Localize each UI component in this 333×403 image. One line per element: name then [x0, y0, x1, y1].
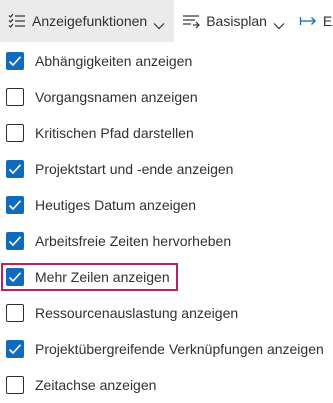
checkbox[interactable]: [6, 160, 24, 178]
checkbox[interactable]: [6, 340, 24, 358]
checkbox[interactable]: [6, 196, 24, 214]
chevron-down-icon: [153, 17, 165, 30]
menu-item-arbeitsfreie-zeiten[interactable]: Arbeitsfreie Zeiten hervorheben: [0, 223, 333, 259]
checkbox[interactable]: [6, 52, 24, 70]
menu-item-ressourcenauslastung[interactable]: Ressourcenauslastung anzeigen: [0, 295, 333, 331]
menu-item-label: Vorgangsnamen anzeigen: [35, 89, 198, 105]
toolbar: Anzeigefunktionen Basisplan E: [0, 0, 333, 42]
checkmark-icon: [8, 344, 22, 355]
export-button[interactable]: Ex: [291, 0, 333, 42]
menu-item-label: Projektstart und -ende anzeigen: [35, 161, 234, 177]
menu-item-label: Abhängigkeiten anzeigen: [35, 53, 193, 69]
display-features-label: Anzeigefunktionen: [32, 13, 148, 29]
checkmark-icon: [8, 56, 22, 67]
menu-item-label: Zeitachse anzeigen: [35, 377, 157, 393]
menu-item-zeitachse[interactable]: Zeitachse anzeigen: [0, 367, 333, 403]
checkmark-icon: [8, 164, 22, 175]
export-label: Ex: [322, 13, 333, 29]
menu-item-label: Heutiges Datum anzeigen: [35, 197, 197, 213]
arrow-right-bar-icon: [299, 13, 317, 29]
checkbox[interactable]: [6, 376, 24, 394]
menu-item-abhaengigkeiten[interactable]: Abhängigkeiten anzeigen: [0, 43, 333, 79]
menu-item-kritischer-pfad[interactable]: Kritischen Pfad darstellen: [0, 115, 333, 151]
chevron-down-icon: [273, 17, 285, 30]
menu-item-projektuebergreifende-verknuepfungen[interactable]: Projektübergreifende Verknüpfungen anzei…: [0, 331, 333, 367]
checkmark-icon: [8, 236, 22, 247]
display-features-button[interactable]: Anzeigefunktionen: [0, 0, 175, 42]
menu-item-label: Mehr Zeilen anzeigen: [35, 269, 170, 285]
checkmark-icon: [8, 200, 22, 211]
display-features-menu: Abhängigkeiten anzeigen Vorgangsnamen an…: [0, 43, 333, 403]
menu-item-label: Arbeitsfreie Zeiten hervorheben: [35, 233, 232, 249]
baseline-lines-icon: [182, 13, 201, 29]
menu-item-heutiges-datum[interactable]: Heutiges Datum anzeigen: [0, 187, 333, 223]
checkbox[interactable]: [6, 304, 24, 322]
menu-item-label: Kritischen Pfad darstellen: [35, 125, 194, 141]
checkmark-icon: [8, 272, 22, 283]
menu-item-vorgangsnamen[interactable]: Vorgangsnamen anzeigen: [0, 79, 333, 115]
checkbox[interactable]: [6, 124, 24, 142]
checkbox[interactable]: [6, 268, 24, 286]
menu-item-label: Projektübergreifende Verknüpfungen anzei…: [35, 341, 324, 357]
checklist-icon: [8, 13, 26, 29]
menu-item-projektstart-ende[interactable]: Projektstart und -ende anzeigen: [0, 151, 333, 187]
baseline-button[interactable]: Basisplan: [174, 0, 291, 42]
checkbox[interactable]: [6, 232, 24, 250]
baseline-label: Basisplan: [206, 13, 267, 29]
menu-item-label: Ressourcenauslastung anzeigen: [35, 305, 239, 321]
menu-item-mehr-zeilen[interactable]: Mehr Zeilen anzeigen: [0, 259, 333, 295]
checkbox[interactable]: [6, 88, 24, 106]
